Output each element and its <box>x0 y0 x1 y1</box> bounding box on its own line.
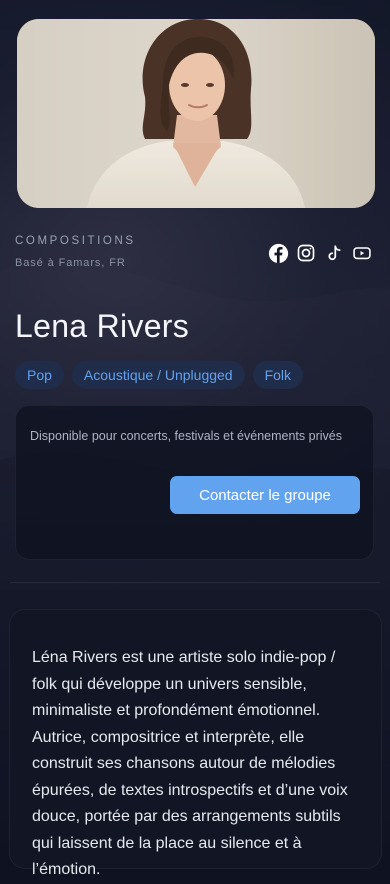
genre-tag: Acoustique / Unplugged <box>71 361 245 389</box>
social-links <box>267 242 373 264</box>
artist-name: Lena Rivers <box>15 308 190 344</box>
booking-card: Disponible pour concerts, festivals et é… <box>15 405 374 560</box>
tiktok-icon[interactable] <box>323 242 345 264</box>
instagram-icon[interactable] <box>295 242 317 264</box>
artist-location: Basé à Famars, FR <box>15 257 126 269</box>
facebook-icon[interactable] <box>267 242 289 264</box>
genre-tag: Pop <box>15 361 64 389</box>
section-divider <box>10 582 380 583</box>
artist-photo <box>17 19 375 208</box>
youtube-icon[interactable] <box>351 242 373 264</box>
genre-tags: Pop Acoustique / Unplugged Folk <box>15 361 304 389</box>
section-kicker: COMPOSITIONS <box>15 235 136 247</box>
availability-text: Disponible pour concerts, festivals et é… <box>30 429 342 443</box>
artist-bio: Léna Rivers est une artiste solo indie-p… <box>32 649 348 878</box>
genre-tag: Folk <box>252 361 304 389</box>
bio-card: Léna Rivers est une artiste solo indie-p… <box>9 609 382 878</box>
contact-band-button[interactable]: Contacter le groupe <box>170 476 360 514</box>
